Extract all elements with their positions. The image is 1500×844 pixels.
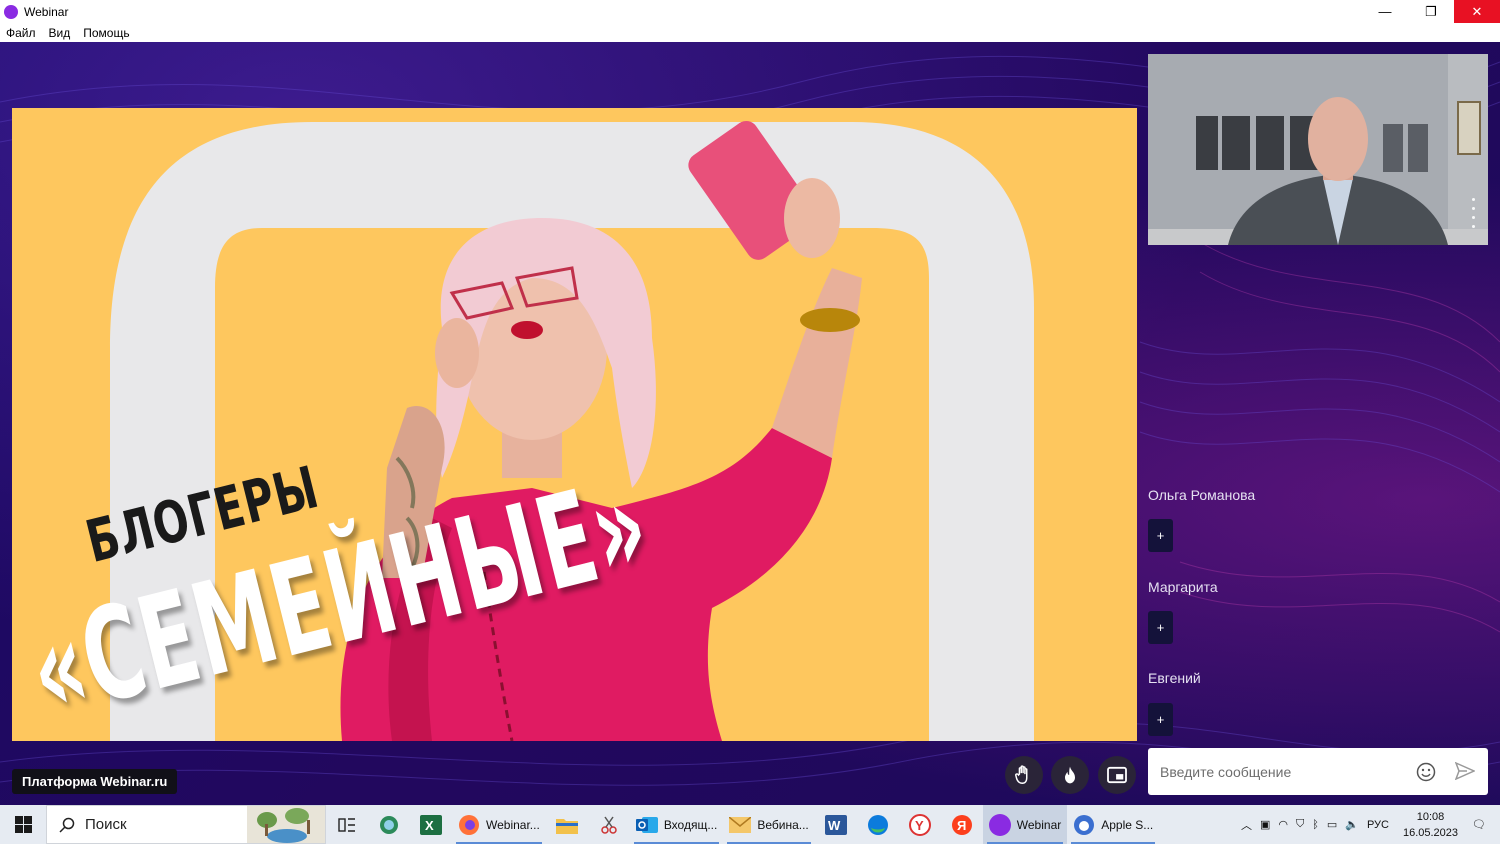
speaker-video-frame	[1148, 54, 1488, 245]
windows-taskbar: Поиск X Webinar... Входящ... Вебина... W…	[0, 805, 1500, 844]
volume-icon[interactable]: 🔈	[1345, 818, 1359, 831]
participant-name: Маргарита	[1148, 579, 1218, 595]
chevron-up-icon[interactable]: ︿	[1241, 817, 1252, 833]
picture-in-picture-button[interactable]	[1098, 756, 1136, 794]
taskbar-app-yandex-browser[interactable]: Y	[899, 805, 941, 844]
folder-icon	[555, 818, 578, 834]
taskbar-app-label: Webinar	[1016, 817, 1062, 832]
taskbar-app-label: Webinar...	[486, 817, 540, 832]
taskbar-app-globe[interactable]	[368, 805, 410, 844]
participant-name: Евгений	[1148, 670, 1201, 686]
apple-icon	[1074, 814, 1095, 835]
webinar-app-icon	[4, 4, 18, 19]
security-icon[interactable]: ▣	[1260, 818, 1270, 831]
window-controls: — ❐ ✕	[1362, 0, 1500, 23]
notifications-icon[interactable]: 🗨	[1472, 818, 1486, 831]
system-tray: ︿ ▣ ◠ ⛉ ᛒ ▭ 🔈 РУС 10:08 16.05.2023 🗨	[1237, 805, 1500, 844]
participant-item: Евгений	[1148, 670, 1201, 686]
task-view-button[interactable]	[326, 805, 368, 844]
menu-help[interactable]: Помощь	[83, 26, 129, 40]
reaction-button[interactable]	[1051, 756, 1089, 794]
close-button[interactable]: ✕	[1454, 0, 1500, 23]
clock-date: 16.05.2023	[1402, 826, 1459, 839]
svg-text:Я: Я	[957, 818, 966, 833]
svg-text:W: W	[828, 818, 841, 833]
platform-label: Платформа Webinar.ru	[12, 769, 178, 794]
taskbar-app-label: Apple S...	[1101, 817, 1154, 832]
webinar-icon	[988, 813, 1011, 836]
title-bar: Webinar — ❐ ✕	[0, 0, 1500, 23]
participant-item: Ольга Романова	[1148, 487, 1255, 503]
video-options-icon[interactable]	[1472, 198, 1476, 234]
picture-in-picture-icon	[1107, 766, 1127, 784]
participant-add-button[interactable]: +	[1148, 611, 1173, 644]
word-icon: W	[824, 814, 847, 835]
fire-icon	[1065, 766, 1075, 784]
chat-message-input[interactable]	[1160, 763, 1410, 780]
clock[interactable]: 10:08 16.05.2023	[1403, 809, 1458, 841]
excel-icon: X	[420, 814, 442, 835]
outlook-icon	[635, 816, 658, 833]
globe-icon	[380, 815, 398, 834]
mail-icon	[729, 816, 752, 833]
svg-text:Y: Y	[915, 818, 924, 833]
taskbar-app-excel[interactable]: X	[410, 805, 452, 844]
windows-logo-icon	[14, 816, 32, 833]
battery-icon[interactable]: ▭	[1327, 818, 1337, 831]
taskbar-app-yandex[interactable]: Я	[941, 805, 983, 844]
taskbar-app-webinar[interactable]: Webinar	[982, 805, 1068, 844]
taskbar-app-outlook[interactable]: Входящ...	[630, 805, 724, 844]
taskbar-app-explorer[interactable]	[546, 805, 588, 844]
clock-time: 10:08	[1416, 810, 1445, 823]
search-icon	[59, 817, 75, 833]
menu-bar: Файл Вид Помощь	[0, 23, 1500, 42]
participant-add-button[interactable]: +	[1148, 703, 1173, 736]
language-indicator[interactable]: РУС	[1367, 819, 1389, 831]
scissors-icon	[601, 816, 617, 834]
start-button[interactable]	[0, 805, 46, 844]
search-highlight-image	[247, 806, 325, 843]
yandex-browser-icon: Y	[908, 813, 931, 836]
webinar-main-area: БЛОГЕРЫ «СЕМЕЙНЫЕ» Ольга Романова + Марг…	[0, 42, 1500, 805]
taskbar-app-mail[interactable]: Вебина...	[723, 805, 814, 844]
svg-text:X: X	[425, 818, 434, 833]
taskbar-app-label: Вебина...	[757, 817, 809, 832]
wifi-icon[interactable]: ◠	[1278, 818, 1288, 831]
presentation-slide: БЛОГЕРЫ «СЕМЕЙНЫЕ»	[12, 108, 1137, 741]
minimize-button[interactable]: —	[1362, 0, 1408, 23]
speaker-video[interactable]	[1148, 54, 1488, 245]
edge-icon	[867, 814, 888, 835]
firefox-icon	[459, 814, 479, 835]
emoji-icon[interactable]	[1416, 762, 1436, 782]
participant-item: Маргарита	[1148, 579, 1218, 595]
raise-hand-button[interactable]	[1005, 756, 1043, 794]
menu-file[interactable]: Файл	[6, 26, 36, 40]
taskbar-app-apple[interactable]: Apple S...	[1067, 805, 1159, 844]
maximize-button[interactable]: ❐	[1408, 0, 1454, 23]
menu-view[interactable]: Вид	[49, 26, 71, 40]
yandex-icon: Я	[951, 814, 972, 835]
participant-name: Ольга Романова	[1148, 487, 1256, 503]
search-placeholder: Поиск	[85, 816, 127, 833]
taskbar-app-edge[interactable]	[857, 805, 899, 844]
taskbar-app-word[interactable]: W	[815, 805, 857, 844]
participant-add-button[interactable]: +	[1148, 519, 1173, 552]
taskbar-search[interactable]: Поиск	[46, 805, 326, 844]
task-view-icon	[338, 817, 355, 832]
bluetooth-icon[interactable]: ᛒ	[1312, 819, 1319, 831]
taskbar-app-snipping[interactable]	[588, 805, 630, 844]
taskbar-app-firefox[interactable]: Webinar...	[452, 805, 546, 844]
shield-icon[interactable]: ⛉	[1296, 818, 1304, 831]
chat-message-box	[1148, 748, 1488, 795]
taskbar-app-label: Входящ...	[663, 817, 718, 832]
raise-hand-icon	[1015, 765, 1028, 784]
send-icon[interactable]	[1455, 762, 1475, 780]
window-title: Webinar	[24, 4, 69, 19]
